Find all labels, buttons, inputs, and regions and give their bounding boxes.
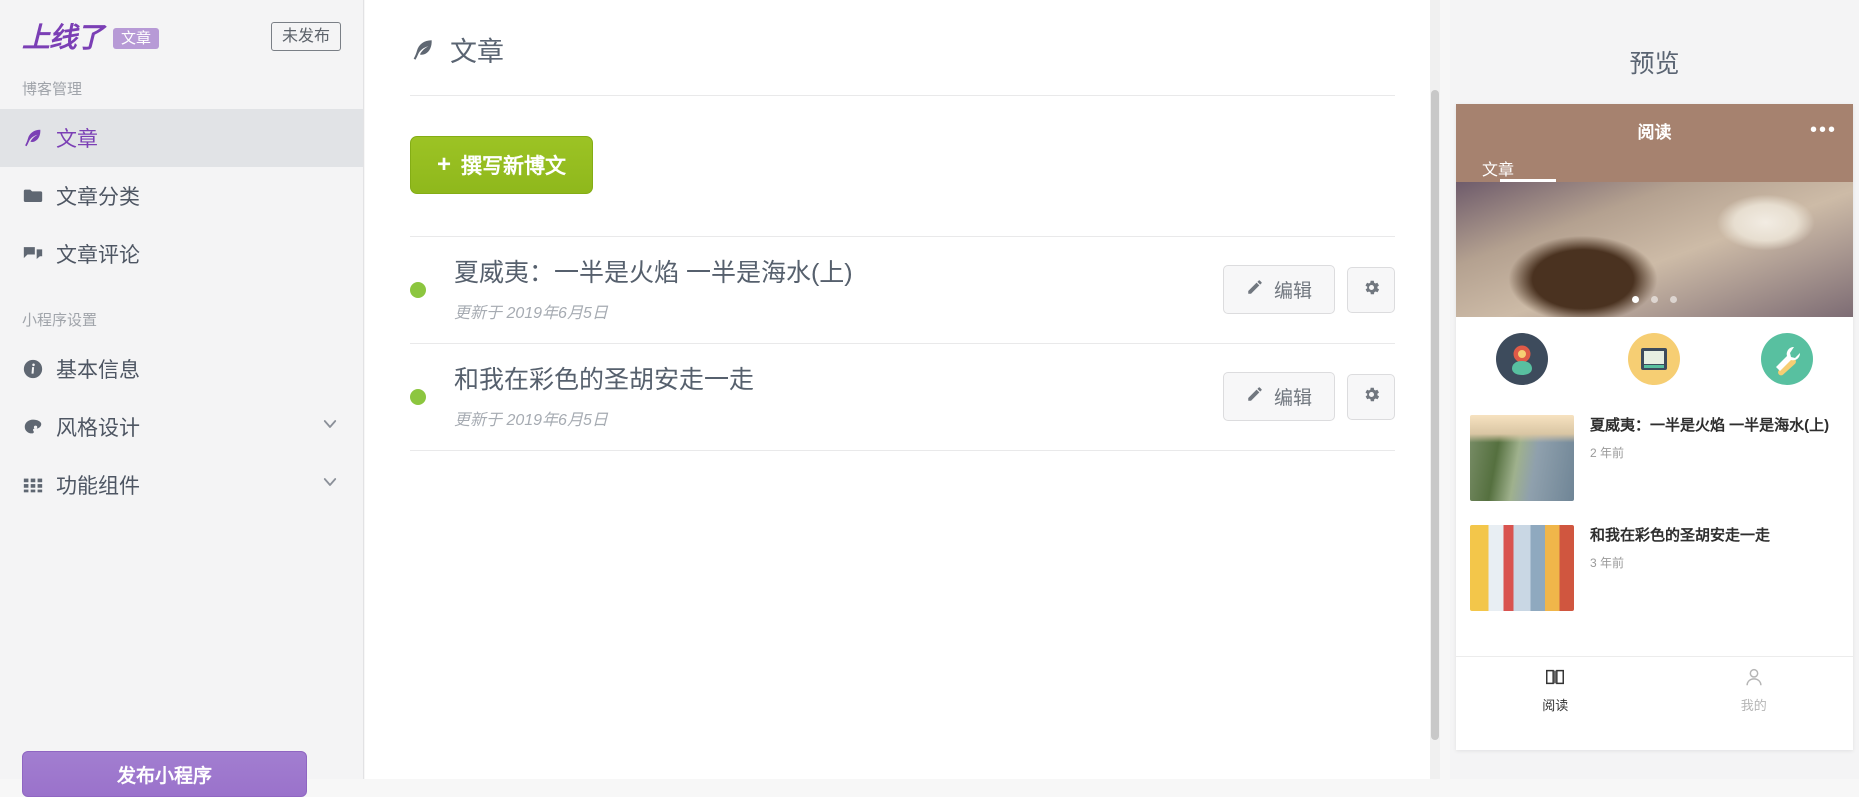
phone-tab-articles[interactable]: 文章 <box>1482 156 1556 182</box>
publish-miniapp-button[interactable]: 发布小程序 <box>22 751 307 797</box>
carousel-dot[interactable] <box>1651 296 1658 303</box>
post-updated-at: 更新于 2019年6月5日 <box>454 304 608 322</box>
feather-icon <box>410 37 436 63</box>
tabbar-label: 我的 <box>1740 697 1767 713</box>
tabbar-label: 阅读 <box>1542 697 1569 713</box>
post-list: 夏威夷：一半是火焰 一半是海水(上) 更新于 2019年6月5日 编辑 和我在彩… <box>410 236 1395 451</box>
sidebar-item-articles[interactable]: 文章 <box>0 109 363 167</box>
more-icon[interactable]: ••• <box>1810 120 1837 140</box>
article-title: 夏威夷：一半是火焰 一半是海水(上) <box>1590 417 1830 434</box>
palette-icon <box>22 416 56 438</box>
sidebar-item-categories[interactable]: 文章分类 <box>0 167 363 225</box>
gear-icon <box>1362 278 1381 302</box>
table-row[interactable]: 和我在彩色的圣胡安走一走 更新于 2019年6月5日 编辑 <box>410 342 1395 451</box>
brand-logo[interactable]: 上线了 <box>22 24 104 52</box>
quick-icon-row <box>1456 317 1853 403</box>
brand-row: 上线了 文章 未发布 <box>0 0 363 52</box>
page-title: 文章 <box>450 37 504 67</box>
sidebar-item-label: 功能组件 <box>56 475 140 498</box>
carousel-dot[interactable] <box>1670 296 1678 303</box>
preview-panel: 预览 阅读 ••• 文章 夏威夷：一半是火焰 一半是海水(上) 2 年前 和我在… <box>1450 0 1859 779</box>
post-text: 夏威夷：一半是火焰 一半是海水(上) 更新于 2019年6月5日 <box>454 257 1223 323</box>
page-header: 文章 <box>365 0 1440 69</box>
new-post-label: 撰写新博文 <box>461 155 567 178</box>
plus-icon: + <box>437 151 452 178</box>
feather-icon <box>22 127 56 149</box>
article-thumbnail <box>1470 525 1574 611</box>
preview-title: 预览 <box>1629 50 1680 78</box>
sidebar-item-label: 基本信息 <box>56 359 140 382</box>
post-updated-at: 更新于 2019年6月5日 <box>454 411 608 429</box>
brand-tag: 文章 <box>113 27 160 49</box>
main-content: 文章 + 撰写新博文 夏威夷：一半是火焰 一半是海水(上) 更新于 2019年6… <box>365 0 1440 779</box>
tabbar-item-read[interactable]: 阅读 <box>1456 657 1655 722</box>
folder-icon <box>22 185 56 207</box>
post-title[interactable]: 夏威夷：一半是火焰 一半是海水(上) <box>454 257 1223 291</box>
chevron-down-icon[interactable] <box>321 415 339 439</box>
pencil-icon <box>1246 278 1264 302</box>
edit-label: 编辑 <box>1273 281 1312 303</box>
chevron-down-icon[interactable] <box>321 473 339 497</box>
article-text: 和我在彩色的圣胡安走一走 3 年前 <box>1590 525 1839 571</box>
book-icon <box>1544 666 1566 691</box>
status-badge <box>410 281 426 298</box>
hero-banner[interactable] <box>1456 182 1853 317</box>
scrollbar-thumb[interactable] <box>1431 90 1439 740</box>
phone-mock: 阅读 ••• 文章 夏威夷：一半是火焰 一半是海水(上) 2 年前 和我在彩色的… <box>1456 104 1853 750</box>
nav-section-title-miniapp: 小程序设置 <box>22 312 98 329</box>
sidebar-item-label: 文章评论 <box>56 244 140 267</box>
scrollbar[interactable] <box>1430 0 1440 779</box>
article-time: 3 年前 <box>1590 555 1625 570</box>
sidebar-item-label: 风格设计 <box>56 417 140 440</box>
post-title[interactable]: 和我在彩色的圣胡安走一走 <box>454 364 1223 398</box>
article-thumbnail <box>1470 415 1574 501</box>
header-divider <box>410 95 1395 96</box>
phone-tabbar: 阅读 我的 <box>1456 656 1853 722</box>
tools-icon[interactable] <box>1760 333 1813 385</box>
article-title: 和我在彩色的圣胡安走一走 <box>1590 527 1771 544</box>
tv-icon[interactable] <box>1628 333 1681 385</box>
comment-icon <box>22 243 56 265</box>
post-text: 和我在彩色的圣胡安走一走 更新于 2019年6月5日 <box>454 364 1223 430</box>
post-actions: 编辑 <box>1222 265 1395 315</box>
person-icon <box>1743 666 1765 691</box>
table-row[interactable]: 夏威夷：一半是火焰 一半是海水(上) 更新于 2019年6月5日 编辑 <box>410 236 1395 343</box>
sidebar-item-comments[interactable]: 文章评论 <box>0 225 363 283</box>
flower-icon[interactable] <box>1496 333 1549 385</box>
sidebar-item-components[interactable]: 功能组件 <box>0 456 363 514</box>
tabbar-item-mine[interactable]: 我的 <box>1655 657 1854 722</box>
sidebar-item-label: 文章 <box>56 128 98 151</box>
grid-icon <box>22 474 56 496</box>
sidebar-item-style-design[interactable]: 风格设计 <box>0 398 363 456</box>
carousel-dot[interactable] <box>1631 296 1639 303</box>
new-post-button[interactable]: + 撰写新博文 <box>410 136 594 194</box>
pencil-icon <box>1246 385 1264 409</box>
gear-icon <box>1362 385 1381 409</box>
nav-section-title-blog: 博客管理 <box>22 81 83 98</box>
article-text: 夏威夷：一半是火焰 一半是海水(上) 2 年前 <box>1590 415 1839 461</box>
edit-button[interactable]: 编辑 <box>1222 372 1335 422</box>
info-icon <box>22 358 56 380</box>
phone-navbar: 阅读 ••• 文章 <box>1456 104 1853 182</box>
phone-title: 阅读 <box>1637 123 1672 142</box>
edit-label: 编辑 <box>1273 388 1312 410</box>
list-item[interactable]: 和我在彩色的圣胡安走一走 3 年前 <box>1456 513 1853 623</box>
post-actions: 编辑 <box>1222 372 1395 422</box>
list-item[interactable]: 夏威夷：一半是火焰 一半是海水(上) 2 年前 <box>1456 403 1853 513</box>
sidebar-item-label: 文章分类 <box>56 186 140 209</box>
status-badge <box>410 388 426 405</box>
article-time: 2 年前 <box>1590 445 1625 460</box>
settings-button[interactable] <box>1347 266 1395 313</box>
sidebar: 上线了 文章 未发布 博客管理 文章 文章分类 文章评论 小程序设置 基本信息 … <box>0 0 364 797</box>
sidebar-item-basic-info[interactable]: 基本信息 <box>0 340 363 398</box>
publish-state-badge[interactable]: 未发布 <box>270 22 341 52</box>
settings-button[interactable] <box>1347 373 1395 420</box>
edit-button[interactable]: 编辑 <box>1222 265 1335 315</box>
carousel-dots[interactable] <box>1456 290 1853 308</box>
